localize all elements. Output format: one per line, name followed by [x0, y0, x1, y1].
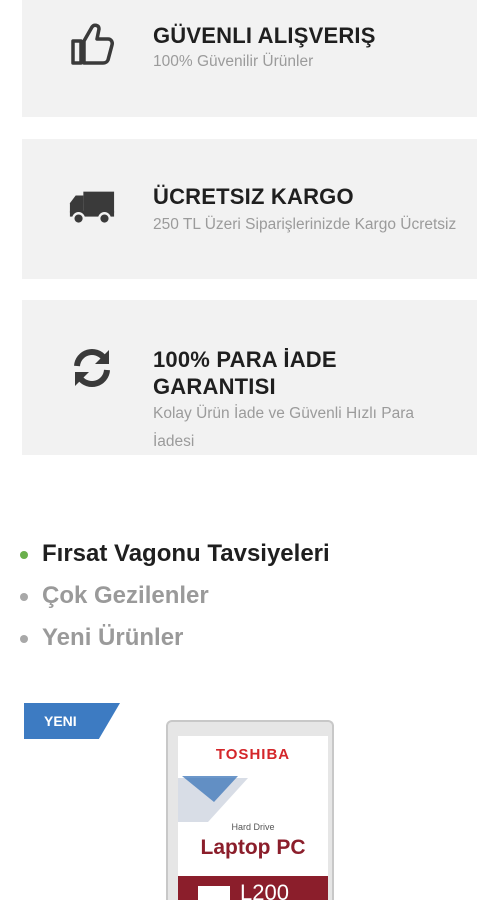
tab-label: Yeni Ürünler [42, 624, 184, 651]
product-model: Laptop PC [200, 836, 306, 859]
tab-label: Fırsat Vagonu Tavsiyeleri [42, 540, 330, 567]
feature-card-money-back: 100% PARA İADE GARANTISI Kolay Ürün İade… [22, 300, 477, 455]
product-subtitle: Hard Drive [231, 822, 275, 832]
dot-icon [20, 593, 28, 601]
brand-logo: TOSHIBA [215, 746, 291, 763]
feature-title: 100% PARA İADE GARANTISI [153, 347, 337, 399]
feature-card-secure-shopping: GÜVENLI ALIŞVERIŞ 100% Güvenilir Ürünler [22, 0, 477, 117]
feature-description: 250 TL Üzeri Siparişlerinizde Kargo Ücre… [153, 216, 457, 233]
feature-title: ÜCRETSIZ KARGO [153, 184, 354, 209]
thumbs-up-icon [68, 20, 116, 68]
model-stripe: L200 [178, 876, 328, 900]
refresh-icon [68, 344, 116, 392]
new-badge: YENI [24, 703, 120, 739]
model-number: L200 [240, 880, 289, 900]
feature-description: Kolay Ürün İade ve Güvenli Hızlı Para İa… [153, 405, 415, 450]
truck-icon [68, 183, 116, 231]
product-image[interactable]: TOSHIBA Hard Drive Laptop PC L200 [166, 720, 334, 900]
label-box [198, 886, 230, 900]
feature-title: GÜVENLI ALIŞVERIŞ [153, 23, 376, 48]
product-label: TOSHIBA Hard Drive Laptop PC L200 [178, 736, 328, 900]
feature-description: 100% Güvenilir Ürünler [153, 53, 314, 70]
tab-label: Çok Gezilenler [42, 582, 209, 609]
active-dot-icon [20, 551, 28, 559]
tab-firsat-vagonu-tavsiyeleri[interactable]: Fırsat Vagonu Tavsiyeleri [20, 536, 330, 578]
label-graphic [178, 776, 248, 822]
tab-yeni-urunler[interactable]: Yeni Ürünler [20, 620, 330, 662]
feature-card-free-shipping: ÜCRETSIZ KARGO 250 TL Üzeri Siparişlerin… [22, 139, 477, 279]
product-tabs: Fırsat Vagonu Tavsiyeleri Çok Gezilenler… [20, 536, 330, 662]
dot-icon [20, 635, 28, 643]
tab-cok-gezilenler[interactable]: Çok Gezilenler [20, 578, 330, 620]
